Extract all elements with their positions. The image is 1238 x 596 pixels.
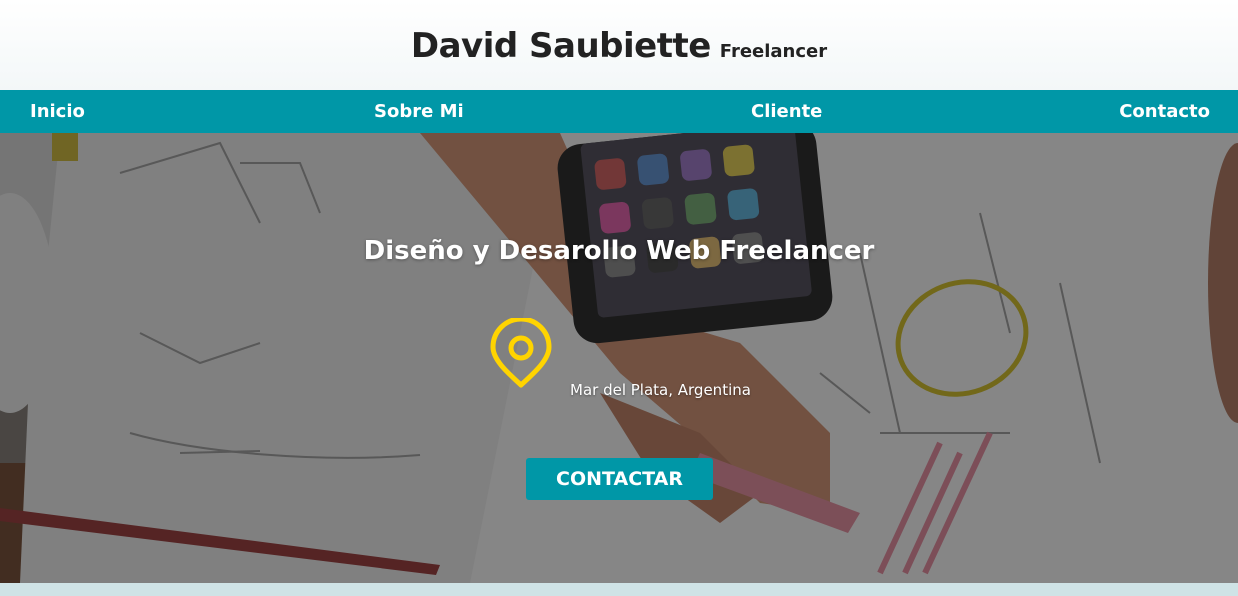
hero-title: Diseño y Desarollo Web Freelancer	[363, 236, 875, 266]
next-section-edge	[0, 583, 1238, 596]
brand-name: David Saubiette	[410, 26, 711, 66]
map-pin-icon	[490, 318, 552, 388]
nav-item-cliente[interactable]: Cliente	[751, 90, 822, 133]
brand-tagline: Freelancer	[719, 41, 828, 62]
nav-item-contacto[interactable]: Contacto	[1119, 90, 1210, 133]
nav-item-inicio[interactable]: Inicio	[30, 90, 85, 133]
contact-button[interactable]: CONTACTAR	[526, 458, 713, 500]
main-nav: Inicio Sobre Mi Cliente Contacto	[0, 90, 1238, 133]
site-header: David Saubiette Freelancer	[0, 0, 1238, 90]
hero-overlay	[0, 133, 1238, 583]
nav-item-sobre-mi[interactable]: Sobre Mi	[374, 90, 464, 133]
hero-section: Diseño y Desarollo Web Freelancer Mar de…	[0, 133, 1238, 583]
location-text: Mar del Plata, Argentina	[570, 381, 751, 399]
brand: David Saubiette Freelancer	[411, 26, 827, 66]
